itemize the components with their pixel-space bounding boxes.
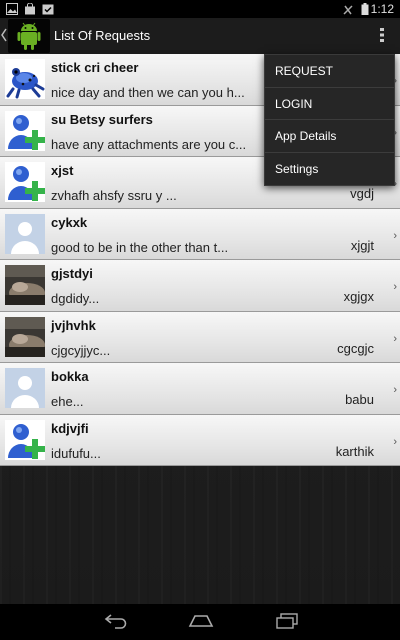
avatar (5, 265, 45, 305)
request-message: idufufu... (51, 445, 101, 461)
default-avatar-icon (5, 213, 45, 254)
signal-off-icon (343, 5, 353, 15)
request-message: good to be in the other than t... (51, 239, 229, 255)
avatar (5, 59, 45, 99)
request-name: stick cri cheer (51, 60, 139, 75)
add-user-avatar-icon (5, 419, 45, 460)
menu-item-settings[interactable]: Settings (265, 153, 394, 186)
request-message: cjgcyjjyc... (51, 342, 111, 358)
android-robot-icon (17, 22, 41, 50)
chevron-right-icon: › (393, 332, 397, 345)
chevron-right-icon: › (393, 384, 397, 396)
add-user-avatar-icon (5, 162, 45, 202)
default-avatar-icon (5, 368, 45, 408)
request-message: dgdidy... (51, 291, 100, 306)
chevron-right-icon: › (393, 435, 397, 448)
page-title: List Of Requests (54, 28, 151, 43)
request-name: gjstdyi (51, 266, 93, 281)
request-name: xjst (51, 163, 74, 178)
chevron-right-icon: › (393, 281, 397, 293)
status-bar: 1:12 (0, 0, 400, 18)
request-message: nice day and then we can you h... (51, 85, 245, 100)
request-row[interactable]: kdjvjfi idufufu... karthik › (0, 414, 400, 466)
request-message: have any attachments are you c... (51, 136, 247, 152)
calendar-check-icon (42, 4, 54, 15)
app-logo[interactable] (8, 19, 50, 53)
request-user: babu (345, 392, 374, 407)
avatar (5, 110, 45, 151)
image-notification-icon (6, 3, 18, 15)
request-name: jvjhvhk (51, 317, 96, 333)
request-name: cykxk (51, 214, 88, 230)
back-icon[interactable] (104, 613, 128, 629)
photo-avatar-icon (5, 265, 45, 305)
add-user-avatar-icon (5, 110, 45, 151)
request-message: zvhafh ahsfy ssru y ... (51, 188, 177, 203)
request-row[interactable]: gjstdyi dgdidy... xgjgx › (0, 260, 400, 312)
request-message: ehe... (51, 394, 84, 409)
overflow-menu: REQUEST LOGIN App Details Settings (264, 54, 395, 186)
battery-icon (361, 3, 369, 15)
menu-item-login[interactable]: LOGIN (265, 88, 394, 120)
request-user: xjgjt (350, 237, 374, 253)
request-user: vgdj (350, 186, 374, 201)
vertical-dots-icon[interactable] (380, 27, 384, 43)
shop-bag-icon (25, 3, 35, 15)
navigation-bar (0, 604, 400, 640)
clock: 1:12 (370, 2, 394, 16)
request-name: su Betsy surfers (51, 111, 153, 127)
request-user: karthik (335, 443, 374, 459)
recent-apps-icon[interactable] (275, 613, 299, 629)
request-name: kdjvjfi (51, 420, 89, 436)
chevron-right-icon: › (393, 229, 397, 242)
avatar (5, 419, 45, 460)
request-name: bokka (51, 369, 89, 384)
request-user: xgjgx (343, 289, 374, 304)
home-icon[interactable] (188, 613, 214, 629)
avatar (5, 162, 45, 202)
action-bar: List Of Requests (0, 18, 400, 54)
request-row[interactable]: jvjhvhk cjgcyjjyc... cgcgjc › (0, 311, 400, 363)
request-user: cgcgjc (337, 340, 374, 356)
avatar (5, 213, 45, 254)
menu-item-request[interactable]: REQUEST (265, 55, 394, 88)
chevron-left-icon[interactable] (1, 28, 7, 42)
request-row[interactable]: bokka ehe... babu › (0, 363, 400, 415)
request-row[interactable]: cykxk good to be in the other than t... xj… (0, 208, 400, 260)
photo-avatar-icon (5, 316, 45, 357)
menu-item-app-details[interactable]: App Details (265, 120, 394, 153)
avatar (5, 368, 45, 408)
frog-avatar-icon (5, 59, 45, 99)
avatar (5, 316, 45, 357)
